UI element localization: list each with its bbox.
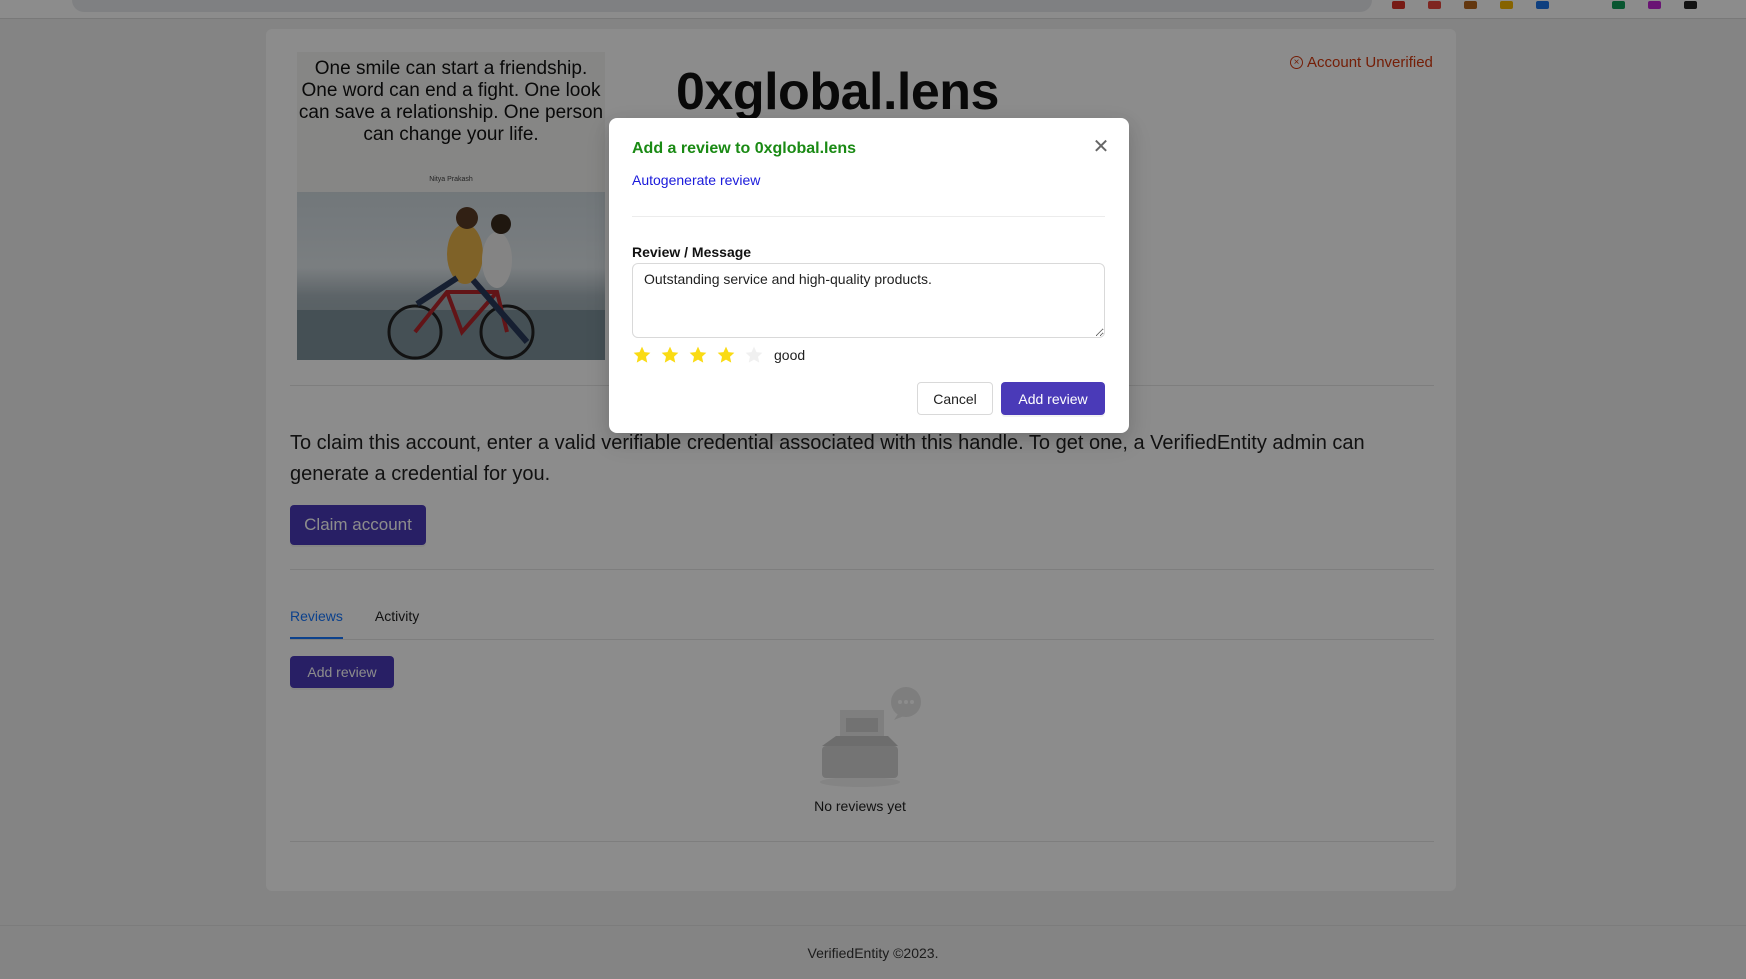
review-message-label: Review / Message xyxy=(632,244,752,260)
modal-title: Add a review to 0xglobal.lens xyxy=(632,140,857,157)
close-icon[interactable]: ✕ xyxy=(1090,136,1112,158)
star-icon[interactable] xyxy=(744,345,764,365)
rating-text: good xyxy=(774,347,806,363)
add-review-modal: Add a review to 0xglobal.lens ✕ Autogene… xyxy=(609,118,1129,433)
modal-divider xyxy=(632,216,1105,217)
review-message-input[interactable]: Outstanding service and high-quality pro… xyxy=(632,263,1105,338)
star-icon[interactable] xyxy=(632,345,652,365)
star-rating[interactable]: good xyxy=(632,345,805,365)
star-icon[interactable] xyxy=(688,345,708,365)
autogenerate-review-link[interactable]: Autogenerate review xyxy=(632,172,760,188)
submit-review-button[interactable]: Add review xyxy=(1001,382,1105,415)
cancel-button[interactable]: Cancel xyxy=(917,382,993,415)
star-icon[interactable] xyxy=(716,345,736,365)
star-icon[interactable] xyxy=(660,345,680,365)
